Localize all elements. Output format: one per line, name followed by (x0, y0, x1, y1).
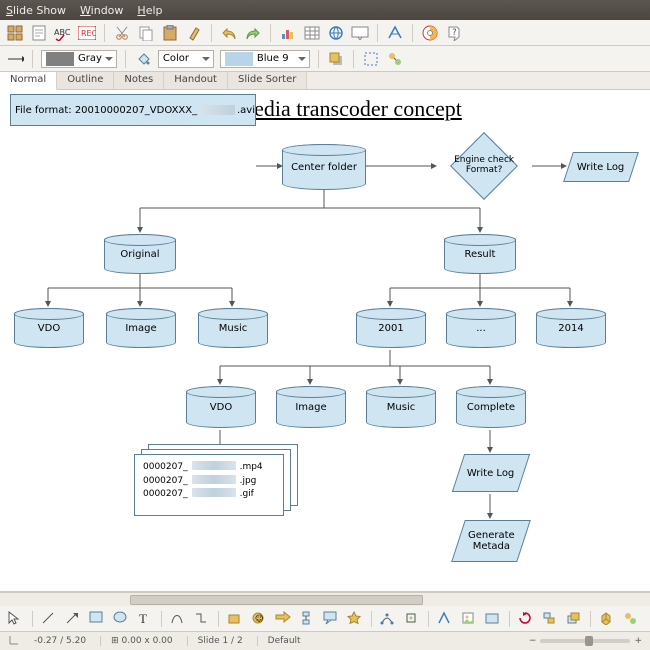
shape-yc-complete[interactable]: Complete (456, 386, 526, 428)
connector-icon[interactable] (194, 611, 210, 627)
status-size: ⊞ 0.00 x 0.00 (100, 636, 173, 646)
zoom-out-icon[interactable]: − (529, 636, 537, 646)
extrusion-icon[interactable] (599, 611, 615, 627)
rect-icon[interactable] (89, 611, 105, 627)
tab-outline[interactable]: Outline (57, 72, 114, 89)
status-coord: -0.27 / 5.20 (34, 636, 86, 646)
curve-icon[interactable] (170, 611, 186, 627)
shape-year-2014[interactable]: 2014 (536, 308, 606, 348)
stars-icon[interactable] (347, 611, 363, 627)
text-icon[interactable]: T (137, 611, 153, 627)
arrow-style-icon[interactable] (6, 50, 24, 68)
hyperlink-icon[interactable] (327, 24, 345, 42)
tab-handout[interactable]: Handout (164, 72, 228, 89)
interaction-icon[interactable] (386, 50, 404, 68)
fontwork-icon[interactable] (386, 24, 404, 42)
fill-color-dropdown[interactable]: Blue 9 (220, 50, 310, 68)
slideshow-icon[interactable] (351, 24, 369, 42)
coord-icon (8, 634, 20, 649)
shape-yc-music[interactable]: Music (366, 386, 436, 428)
basic-shapes-icon[interactable] (227, 611, 243, 627)
redo-icon[interactable] (244, 24, 262, 42)
shadow-icon[interactable] (327, 50, 345, 68)
interaction2-icon[interactable] (623, 611, 639, 627)
points-icon[interactable] (380, 611, 396, 627)
from-file-icon[interactable] (461, 611, 477, 627)
paintbrush-icon[interactable] (185, 24, 203, 42)
shape-year-dots[interactable]: ... (446, 308, 516, 348)
line-icon[interactable] (41, 611, 57, 627)
svg-text:T: T (139, 611, 147, 625)
align-icon[interactable] (542, 611, 558, 627)
shape-yc-image[interactable]: Image (276, 386, 346, 428)
shape-write-log-top[interactable]: Write Log (563, 152, 639, 182)
doc-icon[interactable] (30, 24, 48, 42)
shape-center-folder[interactable]: Center folder (282, 144, 366, 190)
fill-bucket-icon[interactable] (134, 50, 152, 68)
zoom-in-icon[interactable]: + (634, 636, 642, 646)
status-slide-info: Slide 1 / 2 (187, 636, 243, 646)
zoom-slider[interactable]: − + (529, 636, 642, 646)
undo-icon[interactable] (220, 24, 238, 42)
shape-year-2001[interactable]: 2001 (356, 308, 426, 348)
fill-type-dropdown[interactable]: Color (158, 50, 214, 68)
paste-icon[interactable] (161, 24, 179, 42)
flowchart-icon[interactable] (299, 611, 315, 627)
toolbar-line-fill: Gray Color Blue 9 (0, 46, 650, 72)
shape-generate-metadata[interactable]: Generate Metada (451, 520, 531, 562)
svg-text:☺: ☺ (255, 614, 263, 623)
ellipse-icon[interactable] (113, 611, 129, 627)
shape-file-format[interactable]: File format: 20010000207_VDOXXX_ .avi (10, 94, 256, 126)
chart-icon[interactable] (279, 24, 297, 42)
rec-icon[interactable]: REC (78, 24, 96, 42)
copy-icon[interactable] (137, 24, 155, 42)
pointer-icon[interactable] (8, 611, 24, 627)
callouts-icon[interactable] (323, 611, 339, 627)
help-icon[interactable] (421, 24, 439, 42)
menu-help[interactable]: Help (137, 4, 162, 17)
arrow-line-icon[interactable] (65, 611, 81, 627)
menu-slideshow[interactable]: Slide Show (6, 4, 66, 17)
whats-this-icon[interactable]: ? (445, 24, 463, 42)
menubar: Slide Show Window Help (0, 0, 650, 20)
toolbar-drawing: T ☺ (0, 606, 650, 632)
line-color-dropdown[interactable]: Gray (41, 50, 117, 68)
cut-icon[interactable] (113, 24, 131, 42)
shape-result[interactable]: Result (444, 234, 516, 274)
shape-write-log-bottom[interactable]: Write Log (452, 454, 530, 492)
status-bar: -0.27 / 5.20 ⊞ 0.00 x 0.00 Slide 1 / 2 D… (0, 632, 650, 650)
shape-orig-vdo[interactable]: VDO (14, 308, 84, 348)
arrange-icon[interactable] (566, 611, 582, 627)
shape-engine-check[interactable]: Engine check Format? (450, 132, 518, 200)
svg-text:REC: REC (81, 29, 96, 38)
horizontal-scrollbar[interactable] (0, 592, 650, 606)
shape-orig-image[interactable]: Image (106, 308, 176, 348)
tab-notes[interactable]: Notes (114, 72, 164, 89)
slide-canvas[interactable]: Multimedia transcoder concept (0, 90, 650, 592)
glue-icon[interactable] (404, 611, 420, 627)
shape-orig-music[interactable]: Music (198, 308, 268, 348)
grid-icon[interactable] (6, 24, 24, 42)
svg-text:ABC: ABC (54, 28, 71, 37)
shape-yc-vdo[interactable]: VDO (186, 386, 256, 428)
view-tabs: Normal Outline Notes Handout Slide Sorte… (0, 72, 650, 90)
tab-normal[interactable]: Normal (0, 72, 57, 90)
menu-window[interactable]: Window (80, 4, 123, 17)
gallery-icon[interactable] (485, 611, 501, 627)
crop-icon[interactable] (362, 50, 380, 68)
svg-text:?: ? (452, 28, 457, 38)
rotate-icon[interactable] (518, 611, 534, 627)
shape-original[interactable]: Original (104, 234, 176, 274)
tab-slide-sorter[interactable]: Slide Sorter (228, 72, 307, 89)
table-icon[interactable] (303, 24, 321, 42)
status-layout: Default (257, 636, 301, 646)
symbol-shapes-icon[interactable]: ☺ (251, 611, 267, 627)
abc-check-icon[interactable]: ABC (54, 24, 72, 42)
fontwork2-icon[interactable] (437, 611, 453, 627)
block-arrows-icon[interactable] (275, 611, 291, 627)
toolbar-standard: ABC REC ? (0, 20, 650, 46)
